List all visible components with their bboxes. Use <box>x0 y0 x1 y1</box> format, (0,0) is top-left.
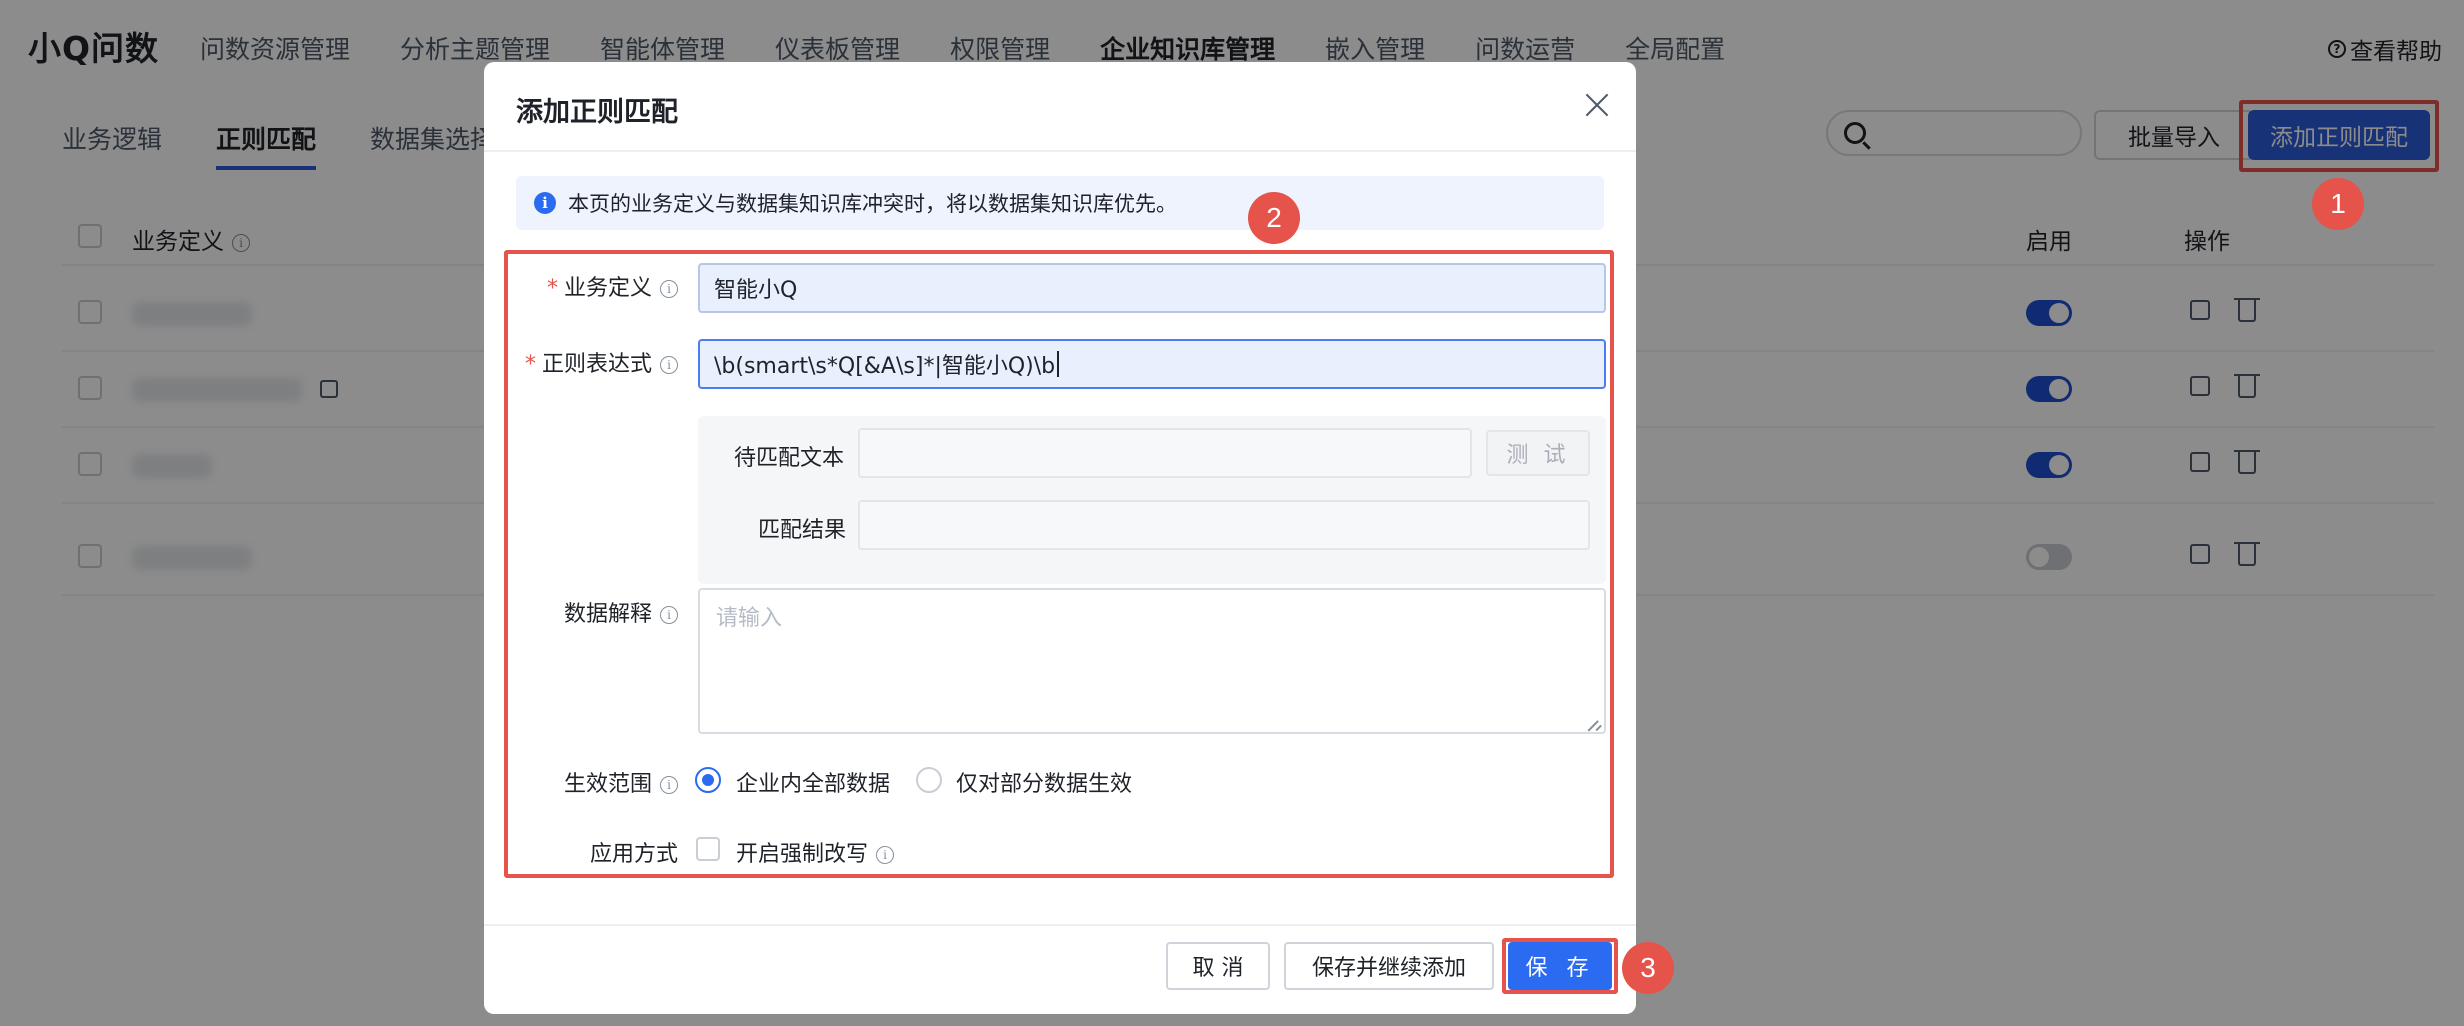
info-icon: i <box>660 776 678 794</box>
scope-all-radio[interactable] <box>695 767 721 793</box>
test-text-input[interactable] <box>858 428 1472 478</box>
force-rewrite-checkbox[interactable] <box>696 837 720 861</box>
scope-all-label[interactable]: 企业内全部数据 <box>736 766 890 798</box>
test-button[interactable]: 测 试 <box>1486 430 1590 476</box>
step-badge-1: 1 <box>2312 178 2364 230</box>
info-icon: i <box>534 192 556 214</box>
add-regex-dialog: 添加正则匹配 i 本页的业务定义与数据集知识库冲突时，将以数据集知识库优先。 *… <box>484 62 1636 1014</box>
regex-label: * 正则表达式 i <box>525 346 678 378</box>
scope-partial-radio[interactable] <box>916 767 942 793</box>
info-icon: i <box>660 356 678 374</box>
regex-test-panel: 待匹配文本 测 试 匹配结果 <box>698 416 1606 584</box>
info-alert: i 本页的业务定义与数据集知识库冲突时，将以数据集知识库优先。 <box>516 176 1604 230</box>
scope-label-text: 生效范围 <box>563 772 652 797</box>
required-mark: * <box>546 276 558 301</box>
match-result-label: 匹配结果 <box>758 518 847 543</box>
info-icon: i <box>876 846 895 864</box>
force-rewrite-label[interactable]: 开启强制改写 i <box>736 836 895 868</box>
definition-value: 智能小Q <box>714 278 798 303</box>
info-text: 本页的业务定义与数据集知识库冲突时，将以数据集知识库优先。 <box>568 192 1177 216</box>
explain-placeholder: 请输入 <box>716 606 783 631</box>
explain-textarea[interactable]: 请输入 <box>698 588 1606 734</box>
scope-partial-label[interactable]: 仅对部分数据生效 <box>956 766 1132 798</box>
info-icon: i <box>660 606 678 624</box>
resize-handle-icon[interactable] <box>1588 716 1602 730</box>
close-icon[interactable] <box>1584 92 1610 118</box>
regex-input[interactable]: \b(smart\s*Q[&A\s]*|智能小Q)\b <box>698 339 1606 389</box>
divider <box>484 924 1636 926</box>
step-badge-3: 3 <box>1622 942 1674 994</box>
match-result-field <box>858 500 1590 550</box>
dialog-title: 添加正则匹配 <box>516 97 678 128</box>
scope-label: 生效范围 i <box>564 766 678 798</box>
step-badge-2: 2 <box>1248 192 1300 244</box>
regex-label-text: 正则表达式 <box>541 352 652 377</box>
cancel-button[interactable]: 取 消 <box>1166 942 1270 990</box>
apply-label: 应用方式 <box>589 842 678 867</box>
save-continue-button[interactable]: 保存并继续添加 <box>1284 942 1494 990</box>
info-icon: i <box>660 280 678 298</box>
definition-label: * 业务定义 i <box>547 270 678 302</box>
regex-value: \b(smart\s*Q[&A\s]*|智能小Q)\b <box>714 354 1056 379</box>
required-mark: * <box>524 352 536 377</box>
highlight-save-button <box>1502 938 1618 994</box>
explain-label: 数据解释 i <box>564 596 678 628</box>
test-text-label: 待匹配文本 <box>734 446 845 471</box>
definition-input[interactable]: 智能小Q <box>698 263 1606 313</box>
definition-label-text: 业务定义 <box>563 276 652 301</box>
explain-label-text: 数据解释 <box>563 602 652 627</box>
divider <box>484 150 1636 152</box>
force-rewrite-text: 开启强制改写 <box>736 842 869 867</box>
